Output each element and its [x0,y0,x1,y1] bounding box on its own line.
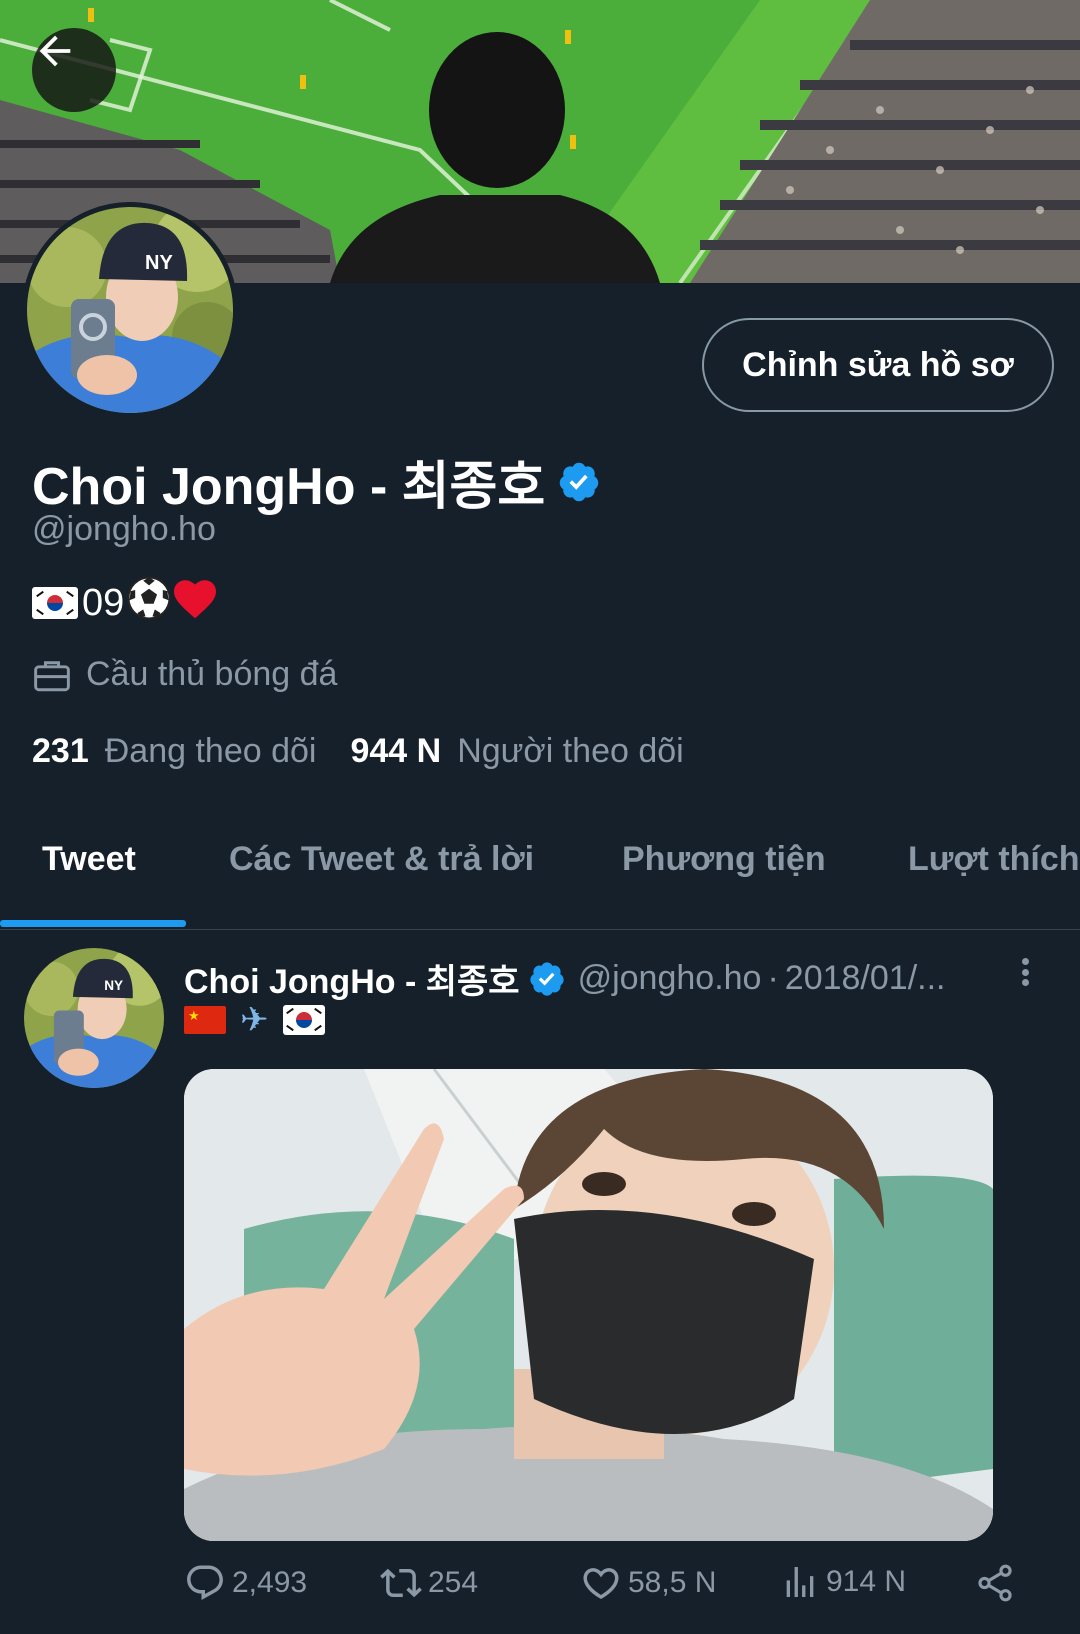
back-button[interactable] [32,28,116,112]
job-text: Cầu thủ bóng đá [86,655,338,693]
south-korea-flag-icon [282,1005,325,1035]
tweet-author-handle[interactable]: @jongho.ho [578,959,762,998]
reply-button[interactable]: 2,493 [184,1562,307,1604]
retweet-icon [380,1568,422,1598]
reply-count: 2,493 [232,1566,308,1599]
following-count[interactable]: 231 [32,732,89,771]
profile-display-name: Choi JongHo - 최종호 [32,444,601,519]
tweet-separator: · [767,959,779,997]
tweet-text: ★ ✈ [184,1000,327,1040]
tweet-actions: 2,493 254 58,5 N 914 N [184,1562,1024,1608]
followers-label[interactable]: Người theo dõi [457,732,684,771]
more-vertical-icon [1021,958,1029,965]
selfie-photo [184,1069,993,1541]
share-button[interactable] [974,1562,1022,1604]
profile-job: Cầu thủ bóng đá [32,655,337,694]
profile-avatar[interactable]: NY [22,202,238,418]
like-button[interactable]: 58,5 N [580,1562,716,1604]
following-label[interactable]: Đang theo dõi [105,732,317,771]
back-arrow-icon [39,35,71,67]
verified-badge-icon [528,960,566,998]
avatar-photo: NY [24,948,164,1088]
tweet-header: Choi JongHo - 최종호 @jongho.ho · 2018/01/.… [184,954,994,1003]
briefcase-icon [34,660,70,691]
svg-text:NY: NY [104,978,123,993]
red-heart-icon [172,577,218,629]
tab-tweets[interactable]: Tweet [42,840,136,879]
retweet-count: 254 [428,1566,479,1599]
tweet-author-avatar[interactable]: NY [24,948,164,1088]
like-icon [583,1568,619,1600]
verified-badge-icon [557,460,601,504]
tweet-date[interactable]: 2018/01/... [785,959,946,998]
profile-tabs: Tweet Các Tweet & trả lời Phương tiện Lư… [0,800,1080,930]
tab-tweets-and-replies[interactable]: Các Tweet & trả lời [229,840,534,879]
profile-stats: 231 Đang theo dõi 944 N Người theo dõi [32,732,718,771]
profile-handle: @jongho.ho [32,510,216,548]
china-flag-icon: ★ [184,1006,226,1034]
profile-bio: 09 [32,575,218,631]
avatar-photo: NY [27,207,233,413]
views-button[interactable]: 914 N [780,1562,906,1602]
soccer-ball-icon [126,575,172,631]
views-count: 914 N [826,1565,907,1598]
tab-likes[interactable]: Lượt thích [908,840,1080,879]
tab-media[interactable]: Phương tiện [622,840,826,879]
views-icon [786,1567,814,1597]
tweet-more-button[interactable] [1010,952,1040,992]
airplane-icon: ✈ [240,1000,269,1040]
retweet-button[interactable]: 254 [380,1562,478,1604]
like-count: 58,5 N [628,1566,717,1599]
south-korea-flag-icon [32,587,78,619]
active-tab-indicator [0,920,186,927]
edit-profile-button[interactable]: Chỉnh sửa hồ sơ [702,318,1054,412]
tweet-author-name[interactable]: Choi JongHo - 최종호 [184,954,520,1003]
share-icon [978,1564,1012,1602]
bio-number: 09 [82,581,125,624]
reply-icon [187,1565,223,1600]
followers-count[interactable]: 944 N [350,732,441,771]
tweet-media-image[interactable] [184,1069,993,1541]
svg-text:NY: NY [145,252,173,274]
display-name-text: Choi JongHo - 최종호 [32,458,546,516]
